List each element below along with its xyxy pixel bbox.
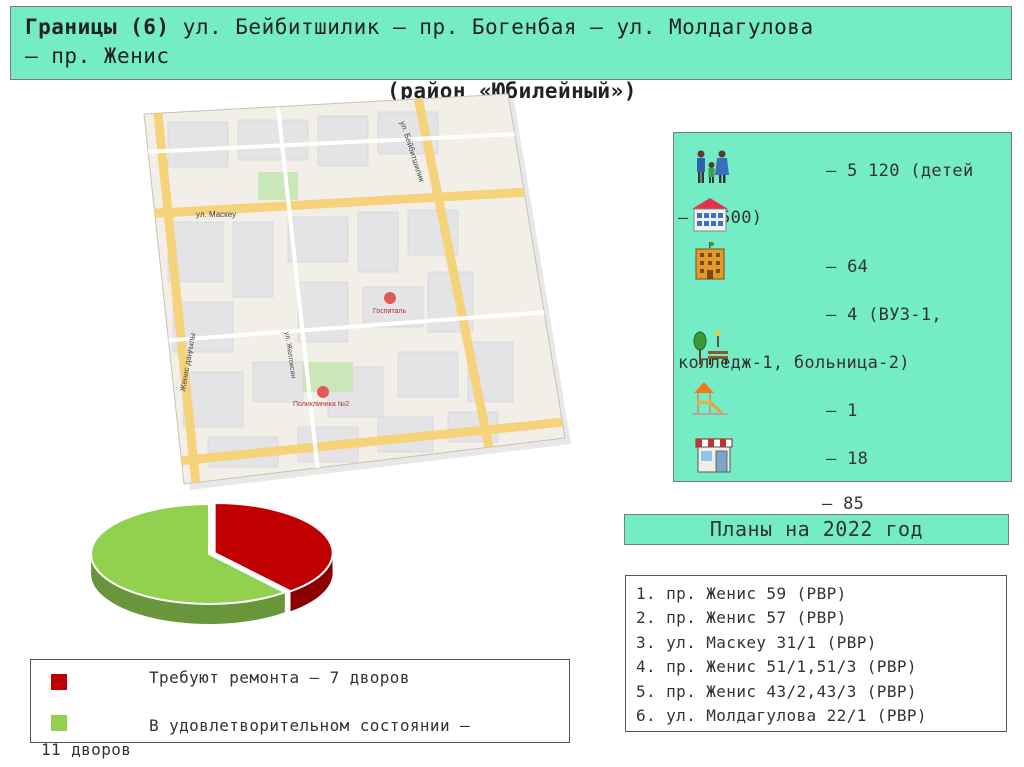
stat-population: – 5 120 (детей [826, 161, 974, 181]
legend-label-repair: Требуют ремонта – 7 дворов [149, 668, 410, 687]
house-icon [692, 198, 728, 232]
yards-pie-chart [84, 496, 334, 646]
title-line-1: Границы (6) ул. Бейбитшилик – пр. Богенб… [25, 13, 997, 42]
title-bold: Границы (6) [25, 15, 170, 39]
family-icon [697, 150, 729, 183]
shop-icon [695, 438, 733, 473]
stat-institutions-detail: колледж-1, больница-2) [678, 353, 910, 373]
map-label-hospital: Госпиталь [373, 308, 407, 315]
plans-list: 1. пр. Женис 59 (РВР) 2. пр. Женис 57 (Р… [625, 575, 1007, 732]
list-item: 1. пр. Женис 59 (РВР) [636, 584, 847, 603]
stat-overflow: – 85 [822, 494, 865, 514]
map-label-polyclinic: Поликлиника №2 [293, 401, 349, 408]
stat-institutions: – 4 (ВУЗ-1, [826, 305, 942, 325]
legend-label-ok-cont: 11 дворов [41, 740, 132, 759]
plans-heading: Планы на 2022 год [624, 514, 1009, 545]
legend-label-ok: В удовлетворительном состоянии – [149, 716, 471, 735]
legend-swatch-repair [51, 674, 67, 690]
building-icon [695, 242, 725, 280]
map-svg: ул. Маскеу Госпиталь Поликлиника №2 ул. … [143, 93, 571, 490]
title-rest: ул. Бейбитшилик – пр. Богенбая – ул. Мол… [169, 15, 814, 39]
stat-shops: – 18 [826, 449, 869, 469]
legend-box: Требуют ремонта – 7 дворов В удовлетвори… [30, 659, 570, 759]
map-label-maskeu: ул. Маскеу [196, 210, 236, 219]
stat-playgrounds: – 1 [826, 401, 858, 421]
title-box: Границы (6) ул. Бейбитшилик – пр. Богенб… [10, 6, 1012, 80]
district-map: ул. Маскеу Госпиталь Поликлиника №2 ул. … [128, 92, 574, 492]
list-item: 3. ул. Маскеу 31/1 (РВР) [636, 632, 877, 652]
stat-houses: – 64 [826, 257, 869, 277]
pie-svg [90, 501, 334, 624]
legend-swatch-ok [51, 715, 67, 731]
list-item: 2. пр. Женис 57 (РВР) [636, 608, 847, 628]
playground-icon [692, 382, 728, 415]
stats-box: – 5 120 (детей – 1 500) – 64 – 4 (ВУЗ-1,… [673, 132, 1012, 482]
title-line-2: – пр. Женис [25, 44, 170, 68]
list-item: 5. пр. Женис 43/2,43/3 (РВР) [636, 681, 917, 701]
list-item: 4. пр. Женис 51/1,51/3 (РВР) [636, 657, 917, 677]
list-item: 6. ул. Молдагулова 22/1 (РВР) [636, 706, 927, 726]
